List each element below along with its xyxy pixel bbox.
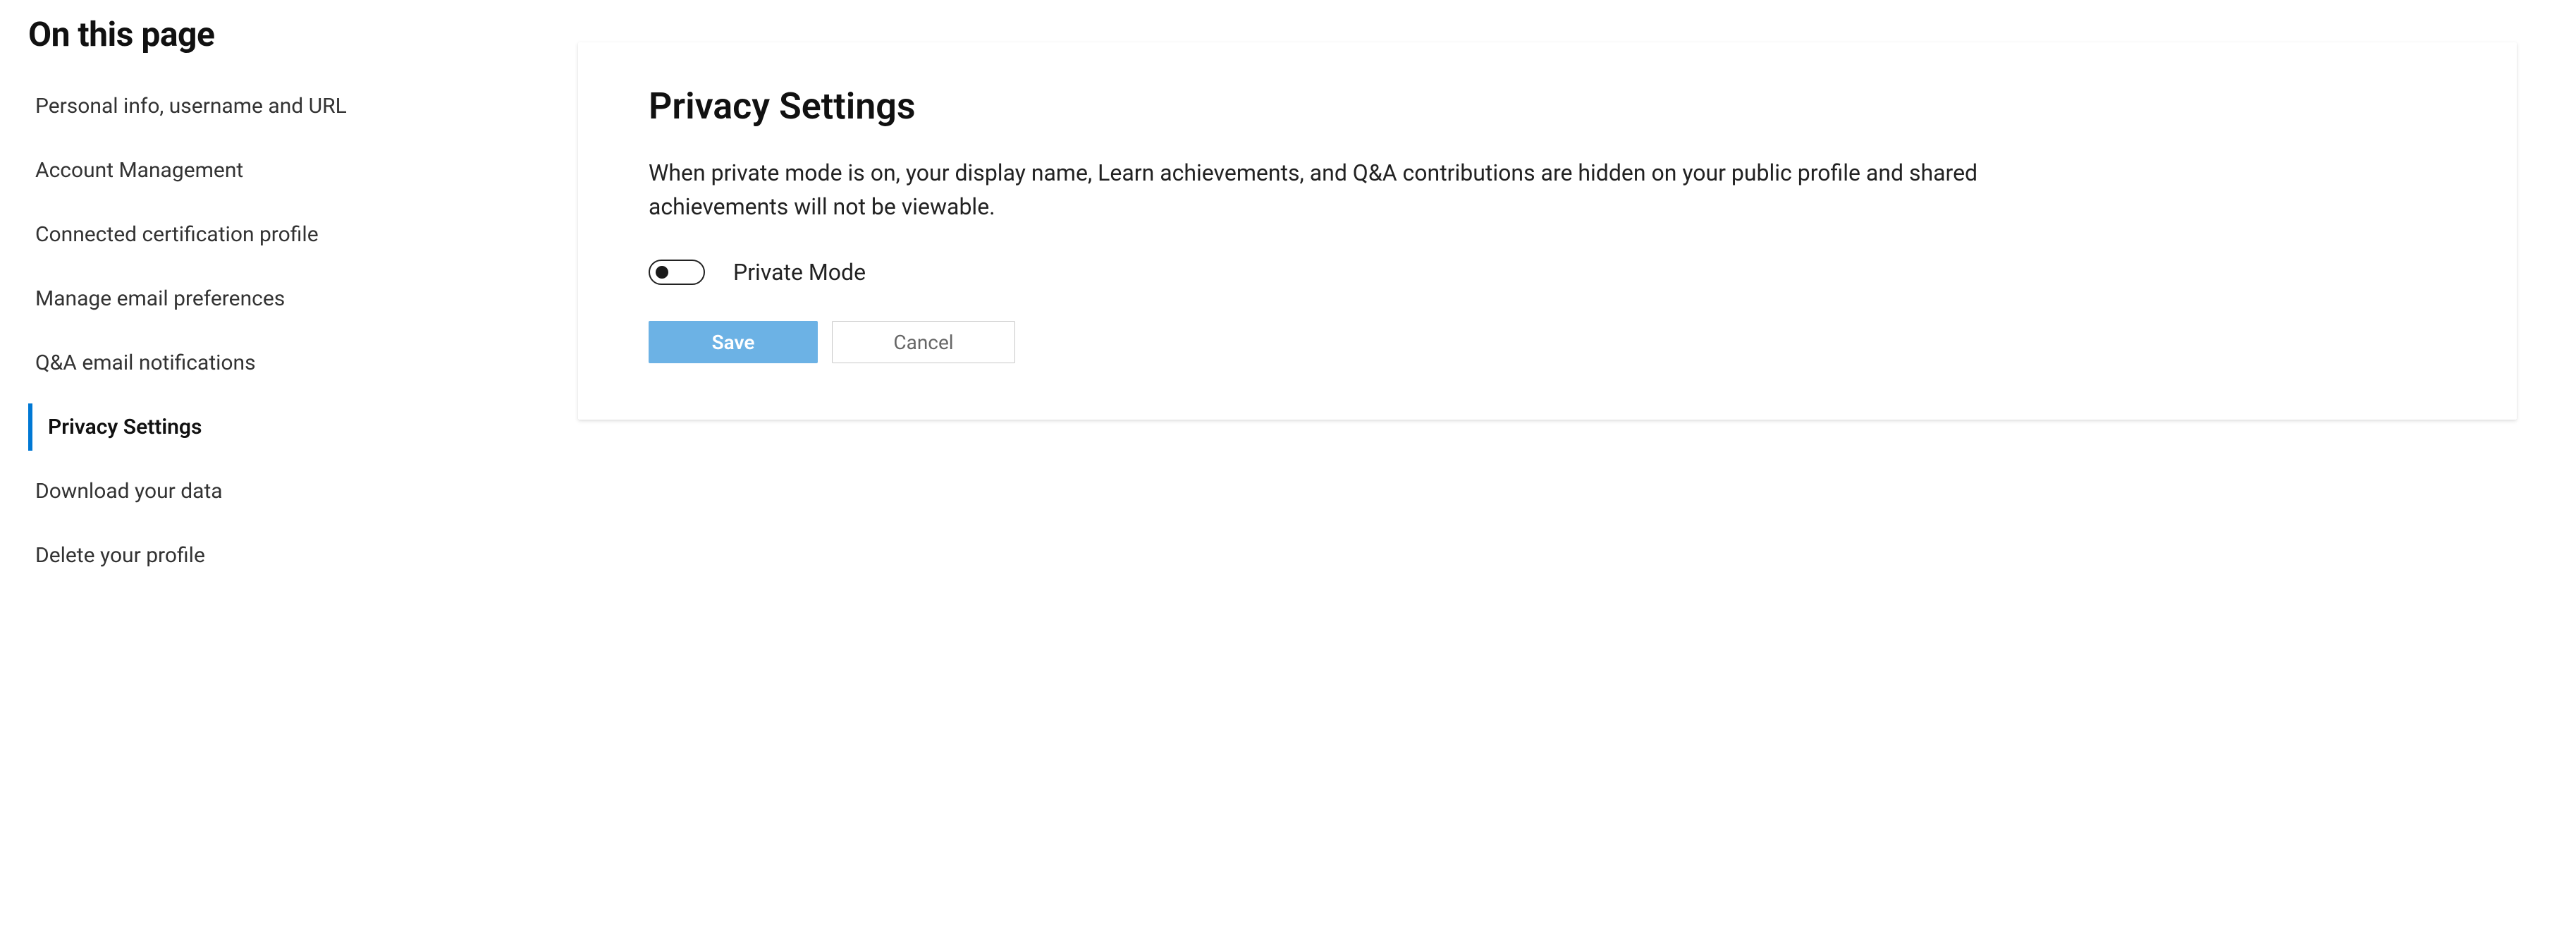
- toggle-knob: [656, 266, 668, 279]
- nav-item-account-management[interactable]: Account Management: [28, 147, 550, 194]
- page-title: Privacy Settings: [649, 85, 2446, 128]
- nav-item-download-data[interactable]: Download your data: [28, 468, 550, 515]
- save-button[interactable]: Save: [649, 321, 818, 363]
- nav-item-privacy-settings[interactable]: Privacy Settings: [28, 403, 550, 451]
- private-mode-row: Private Mode: [649, 259, 2446, 286]
- nav-item-personal-info[interactable]: Personal info, username and URL: [28, 83, 550, 130]
- sidebar: On this page Personal info, username and…: [28, 14, 578, 596]
- nav-item-connected-certification[interactable]: Connected certification profile: [28, 211, 550, 258]
- sidebar-title: On this page: [28, 14, 550, 54]
- main-content: Privacy Settings When private mode is on…: [578, 14, 2517, 596]
- nav-list: Personal info, username and URL Account …: [28, 83, 550, 579]
- private-mode-toggle[interactable]: [649, 260, 705, 285]
- button-row: Save Cancel: [649, 321, 2446, 363]
- privacy-settings-card: Privacy Settings When private mode is on…: [578, 42, 2517, 420]
- nav-item-email-preferences[interactable]: Manage email preferences: [28, 275, 550, 322]
- nav-item-qa-email-notifications[interactable]: Q&A email notifications: [28, 339, 550, 387]
- cancel-button[interactable]: Cancel: [832, 321, 1015, 363]
- privacy-description: When private mode is on, your display na…: [649, 156, 2044, 224]
- private-mode-label: Private Mode: [733, 259, 866, 286]
- nav-item-delete-profile[interactable]: Delete your profile: [28, 532, 550, 579]
